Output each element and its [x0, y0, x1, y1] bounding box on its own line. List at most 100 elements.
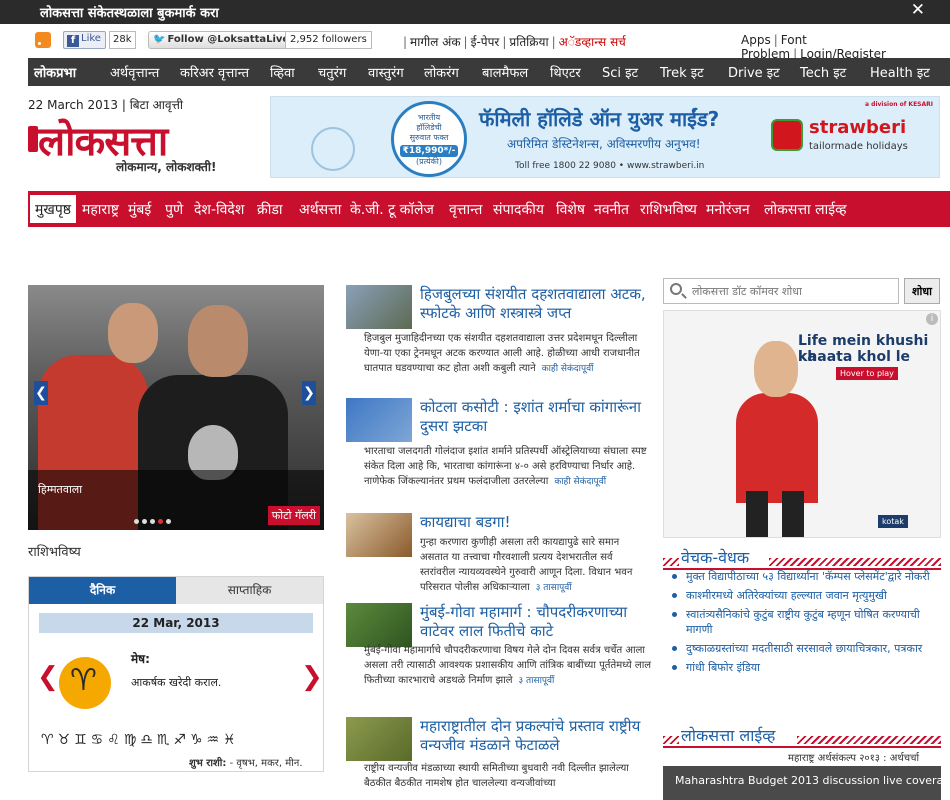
nav-balmaifal[interactable]: बालमैफल: [482, 63, 528, 81]
nav-arthavruttant[interactable]: अर्थवृत्तान्त: [110, 63, 159, 81]
nav-arthasatta[interactable]: अर्थसत्ता: [299, 200, 341, 219]
story-timestamp[interactable]: काही सेकंदापूर्वी: [542, 364, 594, 374]
search-input[interactable]: [692, 282, 892, 300]
link-back-issues[interactable]: मागील अंक: [410, 35, 460, 49]
live-video[interactable]: Maharashtra Budget 2013 discussion live …: [663, 766, 941, 800]
header-hatch: [663, 558, 679, 566]
nav-theatre[interactable]: थिएटर: [550, 63, 581, 81]
nav-vishesh[interactable]: विशेष: [556, 200, 585, 219]
ad-info-icon[interactable]: i: [926, 313, 938, 325]
vedhak-title: वेचक-वेधक: [681, 548, 750, 567]
slider-dot[interactable]: [158, 519, 163, 524]
nav-tech-it[interactable]: Tech इट: [800, 63, 846, 81]
link-apps[interactable]: Apps: [741, 33, 771, 47]
horoscope-prediction: आकर्षक खरेदी कराल.: [131, 676, 222, 689]
story-thumbnail[interactable]: [346, 513, 412, 557]
nav-lokrang[interactable]: लोकरंग: [424, 63, 459, 81]
nav-krida[interactable]: क्रीडा: [257, 200, 283, 219]
story-title[interactable]: हिजबुलच्या संशयीत दहशतवाद्याला अटक, स्फो…: [420, 285, 650, 323]
link-advanced-search[interactable]: अॅडव्हान्स सर्च: [559, 35, 626, 49]
nav-loksatta-live[interactable]: लोकसत्ता लाईव्ह: [764, 200, 847, 219]
facebook-like-count: 28k: [109, 31, 136, 49]
story-title[interactable]: मुंबई-गोवा महामार्ग : चौपदरीकरणाच्या वाट…: [420, 603, 650, 641]
slider-dot[interactable]: [166, 519, 171, 524]
story-thumbnail[interactable]: [346, 398, 412, 442]
nav-vasturang[interactable]: वास्तुरंग: [368, 63, 404, 81]
ad-line-2: khaata khol le: [798, 349, 911, 365]
nav-sampadakiya[interactable]: संपादकीय: [493, 200, 544, 219]
nav-chaturang[interactable]: चतुरंग: [318, 63, 346, 81]
live-title[interactable]: लोकसत्ता लाईव्ह: [681, 724, 775, 746]
hover-to-play-button[interactable]: Hover to play: [836, 367, 898, 380]
link-epaper[interactable]: ई-पेपर: [471, 35, 500, 49]
story-timestamp[interactable]: ३ तासापूर्वी: [536, 583, 572, 593]
tab-daily[interactable]: दैनिक: [29, 577, 176, 604]
story-summary: राष्ट्रीय वन्यजीव मंडळाच्या स्थायी समिती…: [364, 761, 654, 791]
nav-manoranjan[interactable]: मनोरंजन: [706, 200, 750, 219]
list-item[interactable]: गांधी बिफोर इंडिया: [672, 660, 940, 675]
twitter-follower-count: 2,952 followers: [285, 31, 372, 49]
story-thumbnail[interactable]: [346, 285, 412, 329]
twitter-bird-icon: 🐦: [153, 34, 166, 45]
rss-icon[interactable]: [35, 32, 51, 48]
photo-gallery-button[interactable]: फोटो गॅलरी: [267, 506, 320, 525]
nav-rashibhavishya[interactable]: राशिभविष्य: [640, 200, 697, 219]
list-item[interactable]: काश्मीरमध्ये अतिरेक्यांच्या हल्ल्यात जवा…: [672, 588, 940, 603]
bookmark-prompt[interactable]: लोकसत्ता संकेतस्थळाला बुकमार्क करा: [40, 3, 219, 21]
horoscope-sign-name: मेष:: [131, 652, 150, 666]
link-feedback[interactable]: प्रतिक्रिया: [509, 35, 548, 49]
horoscope-next-button[interactable]: ❯: [301, 662, 323, 692]
nav-mumbai[interactable]: मुंबई: [128, 200, 151, 219]
slider-next-button[interactable]: ❯: [302, 381, 316, 405]
list-item[interactable]: दुष्काळग्रस्तांच्या मदतीसाठी सरसावले छाय…: [672, 641, 940, 656]
horoscope-title[interactable]: राशिभविष्य: [28, 542, 81, 560]
story-thumbnail[interactable]: [346, 717, 412, 761]
header-ad-banner[interactable]: भारतीय हॉलिडेची सुरुवात फक्त ₹18,990*/- …: [270, 96, 940, 178]
nav-lokprabha[interactable]: लोकप्रभा: [34, 63, 76, 81]
slider-dot[interactable]: [142, 519, 147, 524]
story-title[interactable]: महाराष्ट्रातील दोन प्रकल्पांचे प्रस्ताव …: [420, 717, 650, 755]
nav-kg-to-college[interactable]: के.जी. टू कॉलेज: [350, 200, 434, 219]
list-item[interactable]: मुक्त विद्यापीठाच्या ५३ विद्यार्थ्यांना …: [672, 569, 940, 584]
nav-career[interactable]: करिअर वृत्तान्त: [180, 63, 249, 81]
slider-dot[interactable]: [134, 519, 139, 524]
site-logo[interactable]: लोकसत्ता लोकमान्य, लोकशक्ती!: [28, 112, 238, 174]
nav-trek-it[interactable]: Trek इट: [660, 63, 704, 81]
nav-desh-videsh[interactable]: देश-विदेश: [194, 200, 244, 219]
news-story: कोटला कसोटी : इशांत शर्माचा कांगारूंना द…: [346, 398, 647, 498]
nav-vruttant[interactable]: वृत्तान्त: [449, 200, 482, 219]
nav-maharashtra[interactable]: महाराष्ट्र: [82, 200, 119, 219]
list-item[interactable]: स्वातंत्र्यसैनिकांचे कुटुंब राष्ट्रीय कु…: [672, 607, 940, 637]
kotak-logo: kotak: [878, 515, 908, 528]
story-thumbnail[interactable]: [346, 603, 412, 647]
story-title[interactable]: कोटला कसोटी : इशांत शर्माचा कांगारूंना द…: [420, 398, 650, 436]
nav-navneet[interactable]: नवनीत: [594, 200, 629, 219]
horoscope-prev-button[interactable]: ❮: [37, 662, 59, 692]
slide-caption[interactable]: हिम्मतवाला: [38, 482, 82, 497]
slider-prev-button[interactable]: ❮: [34, 381, 48, 405]
edition-label: बिटा आवृत्ती: [129, 98, 183, 112]
facebook-like-button[interactable]: f Like: [63, 31, 106, 49]
live-subtitle[interactable]: महाराष्ट्र अर्थसंकल्प २०१३ : अर्थचर्चा: [788, 750, 919, 764]
badge-line1: भारतीय: [417, 113, 441, 122]
nav-drive-it[interactable]: Drive इट: [728, 63, 780, 81]
nav-home[interactable]: मुखपृष्ठ: [30, 195, 77, 223]
story-body: राष्ट्रीय वन्यजीव मंडळाच्या स्थायी समिती…: [364, 763, 629, 789]
nav-sci-it[interactable]: Sci इट: [602, 63, 638, 81]
nav-pune[interactable]: पुणे: [165, 200, 183, 219]
nav-viva[interactable]: व्हिवा: [270, 63, 295, 81]
search-button[interactable]: शोधा: [904, 278, 940, 304]
kotak-ad[interactable]: Life mein khushi ka khaata khol le Hover…: [663, 310, 941, 538]
tab-weekly[interactable]: साप्ताहिक: [176, 577, 323, 604]
story-timestamp[interactable]: ३ तासापूर्वी: [519, 676, 555, 686]
story-timestamp[interactable]: काही सेकंदापूर्वी: [554, 477, 606, 487]
slider-dot[interactable]: [150, 519, 155, 524]
header-hatch: [769, 558, 941, 566]
story-title[interactable]: कायद्याचा बडगा!: [420, 513, 650, 532]
twitter-follow-button[interactable]: 🐦 Follow @LoksattaLive: [148, 31, 295, 49]
horoscope-widget: दैनिक साप्ताहिक 22 Mar, 2013 ❮ ❯ मेष: आक…: [28, 576, 324, 772]
nav-health-it[interactable]: Health इट: [870, 63, 930, 81]
photo-slider[interactable]: ❮ ❯ हिम्मतवाला फोटो गॅलरी: [28, 285, 324, 530]
close-icon[interactable]: ✕: [911, 0, 925, 20]
zodiac-icon-row[interactable]: ♈♉♊♋♌♍♎♏♐♑♒♓: [41, 732, 240, 748]
